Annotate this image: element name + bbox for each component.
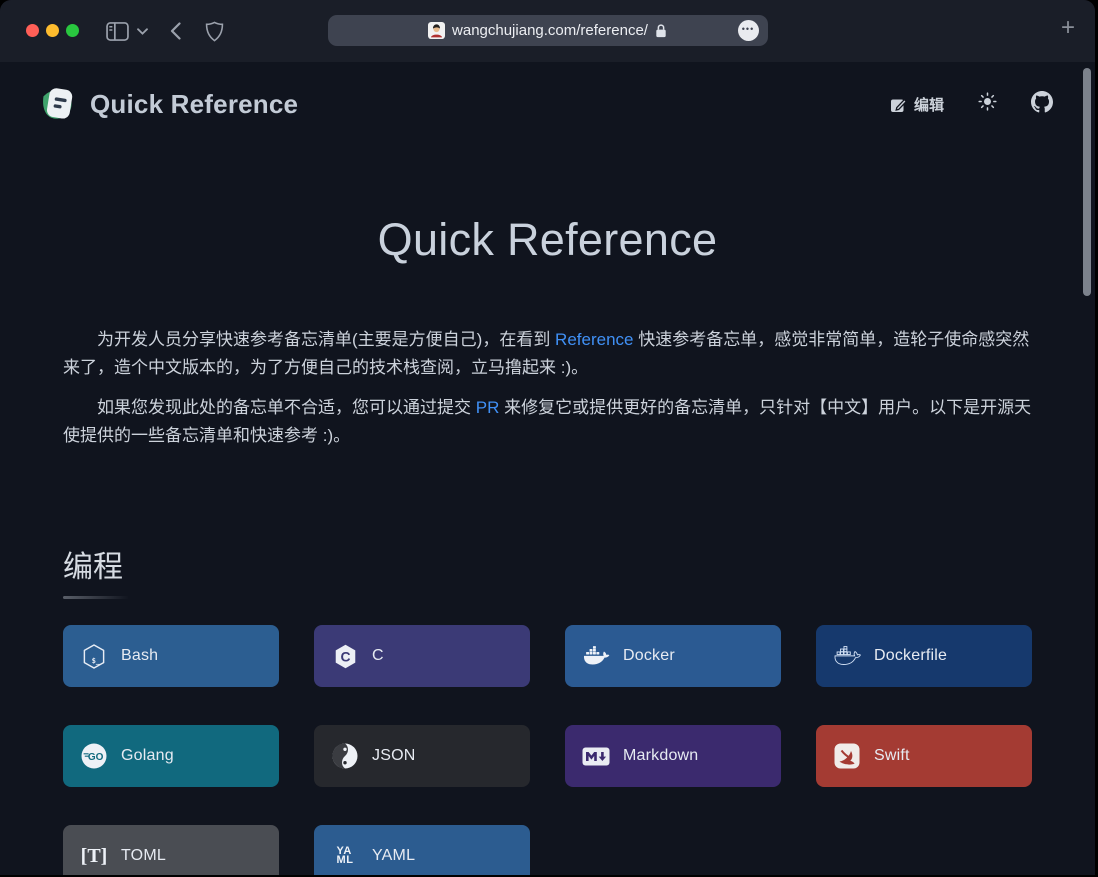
intro-paragraph-1: 为开发人员分享快速参考备忘清单(主要是方便自己)，在看到 Reference 快… [63, 326, 1032, 382]
sidebar-menu-button[interactable] [137, 0, 148, 62]
page-title: Quick Reference [0, 214, 1095, 266]
golang-icon: GO [80, 743, 108, 769]
card-label: YAML [372, 847, 415, 865]
card-label: Bash [121, 647, 158, 665]
cheatsheet-card[interactable]: $_ Bash [63, 625, 279, 687]
cheatsheet-card[interactable]: [T] TOML [63, 825, 279, 875]
edit-icon [890, 96, 907, 113]
github-link[interactable] [1031, 91, 1053, 118]
theme-toggle[interactable] [978, 92, 997, 116]
header-actions: 编辑 [890, 91, 1053, 118]
toml-icon: [T] [80, 845, 108, 868]
address-bar[interactable]: wangchujiang.com/reference/ ••• [328, 15, 768, 46]
github-icon [1031, 91, 1053, 113]
card-label: Dockerfile [874, 647, 947, 665]
site-brand[interactable]: Quick Reference [38, 84, 298, 124]
edit-label: 编辑 [914, 94, 944, 115]
site-header: Quick Reference 编辑 [0, 62, 1095, 124]
shield-icon [205, 21, 224, 42]
card-label: Golang [121, 747, 174, 765]
url-text: wangchujiang.com/reference/ [452, 22, 648, 39]
intro-paragraph-2: 如果您发现此处的备忘单不合适，您可以通过提交 PR 来修复它或提供更好的备忘清单… [63, 394, 1032, 450]
chevron-down-icon [137, 28, 148, 35]
markdown-icon [582, 747, 610, 766]
site-favicon [428, 22, 445, 39]
intro-text-segment: 如果您发现此处的备忘单不合适，您可以通过提交 [97, 398, 476, 417]
site-title: Quick Reference [90, 89, 298, 120]
lock-icon [655, 23, 667, 38]
cheatsheet-card[interactable]: GO Golang [63, 725, 279, 787]
cheatsheet-card[interactable]: Dockerfile [816, 625, 1032, 687]
back-button[interactable] [170, 0, 181, 62]
yaml-icon: YAML [331, 847, 359, 865]
dockerfile-icon [833, 646, 861, 666]
browser-window: wangchujiang.com/reference/ ••• + [0, 0, 1095, 875]
svg-text:$_: $_ [92, 655, 101, 664]
reference-link[interactable]: Reference [555, 330, 633, 349]
close-button[interactable] [26, 24, 39, 37]
cheatsheet-card[interactable]: Swift [816, 725, 1032, 787]
cheatsheet-card[interactable]: C C [314, 625, 530, 687]
page-content: Quick Reference 编辑 [0, 62, 1095, 875]
zoom-button[interactable] [66, 24, 79, 37]
section-title-underline [63, 596, 129, 599]
programming-section: 编程 $_ Bash C C Docker Dockerfile GO Gola… [0, 542, 1095, 875]
cheatsheet-card[interactable]: Markdown [565, 725, 781, 787]
traffic-lights [26, 24, 79, 37]
card-label: C [372, 647, 384, 665]
logo-icon [38, 84, 78, 124]
page-settings-button[interactable]: ••• [738, 20, 759, 41]
bash-icon: $_ [80, 644, 108, 669]
new-tab-button[interactable]: + [1061, 16, 1075, 40]
scrollbar-thumb[interactable] [1083, 68, 1091, 296]
privacy-report-button[interactable] [205, 0, 224, 62]
intro-text: 为开发人员分享快速参考备忘清单(主要是方便自己)，在看到 Reference 快… [63, 326, 1032, 450]
minimize-button[interactable] [46, 24, 59, 37]
c-icon: C [331, 644, 359, 669]
card-label: Swift [874, 747, 910, 765]
ellipsis-icon: ••• [742, 25, 754, 34]
card-label: JSON [372, 747, 415, 765]
sidebar-icon [106, 22, 129, 41]
cheatsheet-card[interactable]: Docker [565, 625, 781, 687]
docker-icon [582, 646, 610, 666]
back-icon [170, 22, 181, 40]
hero: Quick Reference [0, 214, 1095, 266]
intro-text-segment: 为开发人员分享快速参考备忘清单(主要是方便自己)，在看到 [97, 330, 555, 349]
card-label: TOML [121, 847, 166, 865]
pr-link[interactable]: PR [476, 398, 500, 417]
browser-chrome: wangchujiang.com/reference/ ••• + [0, 0, 1095, 62]
card-label: Docker [623, 647, 675, 665]
svg-text:C: C [340, 648, 350, 664]
cards-grid: $_ Bash C C Docker Dockerfile GO Golang … [0, 625, 1095, 875]
swift-icon [833, 743, 861, 769]
json-icon [331, 743, 359, 769]
cheatsheet-card[interactable]: YAML YAML [314, 825, 530, 875]
sidebar-toggle-button[interactable] [106, 0, 129, 62]
svg-text:GO: GO [88, 752, 104, 763]
card-label: Markdown [623, 747, 698, 765]
section-title: 编程 [63, 542, 1095, 586]
cheatsheet-card[interactable]: JSON [314, 725, 530, 787]
edit-link[interactable]: 编辑 [890, 94, 944, 115]
sun-icon [978, 92, 997, 111]
